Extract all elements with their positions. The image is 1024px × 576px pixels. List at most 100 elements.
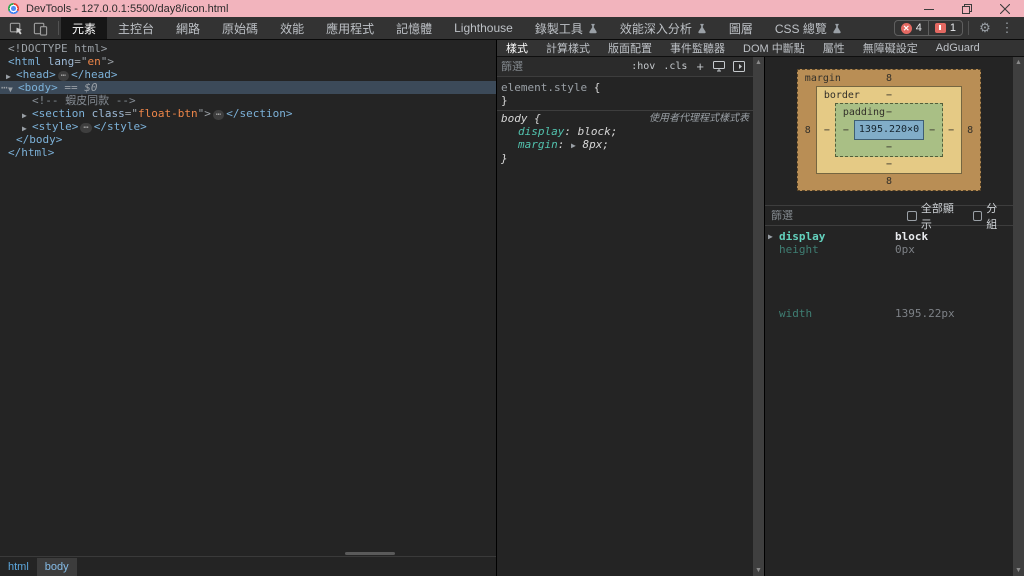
tree-row[interactable]: ⋯ ▼ <body> == $0 — [0, 81, 496, 94]
flask-icon — [698, 23, 706, 33]
scroll-up-icon[interactable]: ▲ — [755, 57, 762, 68]
breadcrumb-item-html[interactable]: html — [0, 558, 37, 576]
settings-gear-icon[interactable]: ⚙ — [974, 20, 996, 36]
close-button[interactable] — [986, 0, 1024, 17]
tree-row[interactable]: ▶ <head> ⋯ </head> — [0, 68, 496, 81]
code-token: <style> — [32, 120, 79, 133]
tree-row[interactable]: ▶ <section class="float-btn"> ⋯ </section> — [0, 107, 496, 120]
tree-row[interactable]: <html lang="en"> — [0, 55, 496, 68]
tab-layers[interactable]: 圖層 — [718, 17, 764, 39]
code-token: </section> — [226, 107, 293, 120]
tab-css-overview[interactable]: CSS 總覽 — [764, 17, 853, 39]
sidebar-tab-computed[interactable]: 計算樣式 — [537, 40, 599, 56]
border-left-value[interactable]: − — [819, 125, 835, 136]
issues-badge[interactable]: 1 — [927, 21, 962, 35]
tree-row[interactable]: ▶ <style> ⋯ </style> — [0, 120, 496, 133]
expand-children-icon[interactable]: ⋯ — [212, 110, 225, 120]
padding-right-value[interactable]: − — [924, 125, 940, 136]
sidebar-tab-styles[interactable]: 樣式 — [497, 40, 537, 56]
computed-property-row[interactable]: width 1395.22px — [765, 307, 1013, 320]
tab-performance[interactable]: 效能 — [269, 17, 315, 39]
rule-selector: body — [501, 112, 528, 125]
device-toolbar-icon[interactable] — [28, 17, 52, 39]
computed-property-row[interactable]: ▶ display block — [765, 230, 1013, 243]
sidebar-tab-properties[interactable]: 屬性 — [814, 40, 854, 56]
box-model-border[interactable]: border − − padding − − 1395.220×0 − − − … — [815, 86, 963, 174]
breadcrumb: html body — [0, 556, 496, 576]
tab-console[interactable]: 主控台 — [107, 17, 165, 39]
minimize-button[interactable] — [910, 0, 948, 17]
padding-top-value[interactable]: − — [886, 107, 892, 118]
tab-recorder[interactable]: 錄製工具 — [524, 17, 609, 39]
inspect-element-icon[interactable] — [4, 17, 28, 39]
style-declaration[interactable]: display: block; — [501, 125, 749, 138]
tree-row[interactable]: <!DOCTYPE html> — [0, 42, 496, 55]
box-model-content[interactable]: 1395.220×0 — [853, 120, 925, 140]
restore-button[interactable] — [948, 0, 986, 17]
padding-left-value[interactable]: − — [838, 125, 854, 136]
stylesheet-origin-link[interactable]: 使用者代理程式樣式表 — [649, 112, 749, 125]
kebab-menu-icon[interactable]: ⋮ — [996, 20, 1018, 36]
tree-row[interactable]: </html> — [0, 146, 496, 159]
breadcrumb-item-body[interactable]: body — [36, 557, 77, 576]
row-menu-dots-icon[interactable]: ⋯ — [1, 81, 8, 94]
rendering-emulations-icon[interactable] — [713, 61, 725, 72]
border-right-value[interactable]: − — [943, 125, 959, 136]
computed-filter-row: 全部顯示 分組 — [765, 203, 1013, 231]
new-style-rule-icon[interactable]: + — [691, 59, 709, 74]
styles-scrollbar[interactable]: ▲ ▼ — [753, 57, 764, 576]
padding-label: padding — [842, 107, 886, 118]
code-token: class — [84, 107, 125, 120]
tab-memory[interactable]: 記憶體 — [385, 17, 443, 39]
chrome-logo-icon — [8, 3, 19, 14]
box-model-padding[interactable]: padding − − 1395.220×0 − − — [834, 103, 944, 157]
tab-label: 效能 — [280, 21, 305, 36]
expand-arrow-icon[interactable]: ▶ — [768, 230, 773, 243]
computed-scrollbar[interactable]: ▲ ▼ — [1013, 57, 1024, 576]
border-label: border — [823, 90, 860, 101]
margin-left-value[interactable]: 8 — [800, 125, 816, 136]
computed-property-row[interactable]: height 0px — [765, 243, 1013, 256]
body-rule[interactable]: body { 使用者代理程式樣式表 display: block; margin… — [497, 110, 753, 168]
scroll-down-icon[interactable]: ▼ — [1015, 565, 1022, 576]
margin-right-value[interactable]: 8 — [962, 125, 978, 136]
expand-children-icon[interactable]: ⋯ — [80, 123, 92, 133]
tab-sources[interactable]: 原始碼 — [211, 17, 269, 39]
sidebar-tab-accessibility[interactable]: 無障礙設定 — [854, 40, 927, 56]
sidebar-tab-layout[interactable]: 版面配置 — [599, 40, 661, 56]
scroll-up-icon[interactable]: ▲ — [1015, 57, 1022, 68]
padding-bottom-value[interactable]: − — [886, 142, 892, 153]
tab-network[interactable]: 網路 — [165, 17, 211, 39]
tab-lighthouse[interactable]: Lighthouse — [443, 17, 524, 39]
tab-label: CSS 總覽 — [774, 21, 827, 36]
tab-elements[interactable]: 元素 — [61, 17, 108, 39]
margin-bottom-value[interactable]: 8 — [886, 176, 892, 187]
sidebar-tab-event-listeners[interactable]: 事件監聽器 — [661, 40, 734, 56]
sidebar-tab-adguard[interactable]: AdGuard — [927, 40, 989, 56]
element-style-rule[interactable]: element.style { } — [497, 80, 753, 110]
error-badge[interactable]: ✕ 4 — [895, 21, 928, 35]
computed-sidebar-toggle-icon[interactable] — [733, 61, 745, 72]
toggle-class-button[interactable]: .cls — [659, 61, 691, 72]
tree-row[interactable]: <!-- 蝦皮同款 --> — [0, 94, 496, 107]
tab-performance-insights[interactable]: 效能深入分析 — [609, 17, 718, 39]
margin-top-value[interactable]: 8 — [886, 73, 892, 84]
tab-application[interactable]: 應用程式 — [315, 17, 385, 39]
horizontal-scrollbar-thumb[interactable] — [345, 552, 395, 555]
sidebar-tab-dom-breakpoints[interactable]: DOM 中斷點 — [734, 40, 814, 56]
expand-children-icon[interactable]: ⋯ — [57, 71, 70, 81]
scroll-down-icon[interactable]: ▼ — [755, 565, 762, 576]
code-token: =" — [74, 55, 88, 68]
border-bottom-value[interactable]: − — [886, 159, 892, 170]
box-model-margin[interactable]: margin 8 8 border − − padding − − 1395.2… — [796, 69, 982, 191]
main-toolbar: 元素 主控台 網路 原始碼 效能 應用程式 記憶體 Lighthouse 錄製工具 效能深入分析 圖… — [0, 17, 1024, 40]
styles-filter-input[interactable] — [501, 60, 628, 73]
toggle-pseudo-state-button[interactable]: :hov — [627, 61, 659, 72]
computed-filter-input[interactable] — [771, 209, 908, 222]
property-value: block; — [577, 125, 618, 138]
tree-row-text: <!DOCTYPE html> — [0, 42, 107, 55]
border-top-value[interactable]: − — [886, 90, 892, 101]
tree-row[interactable]: </body> — [0, 133, 496, 146]
window-title: DevTools - 127.0.0.1:5500/day8/icon.html — [26, 2, 229, 15]
style-declaration[interactable]: margin: ▶ 8px; — [501, 138, 749, 152]
